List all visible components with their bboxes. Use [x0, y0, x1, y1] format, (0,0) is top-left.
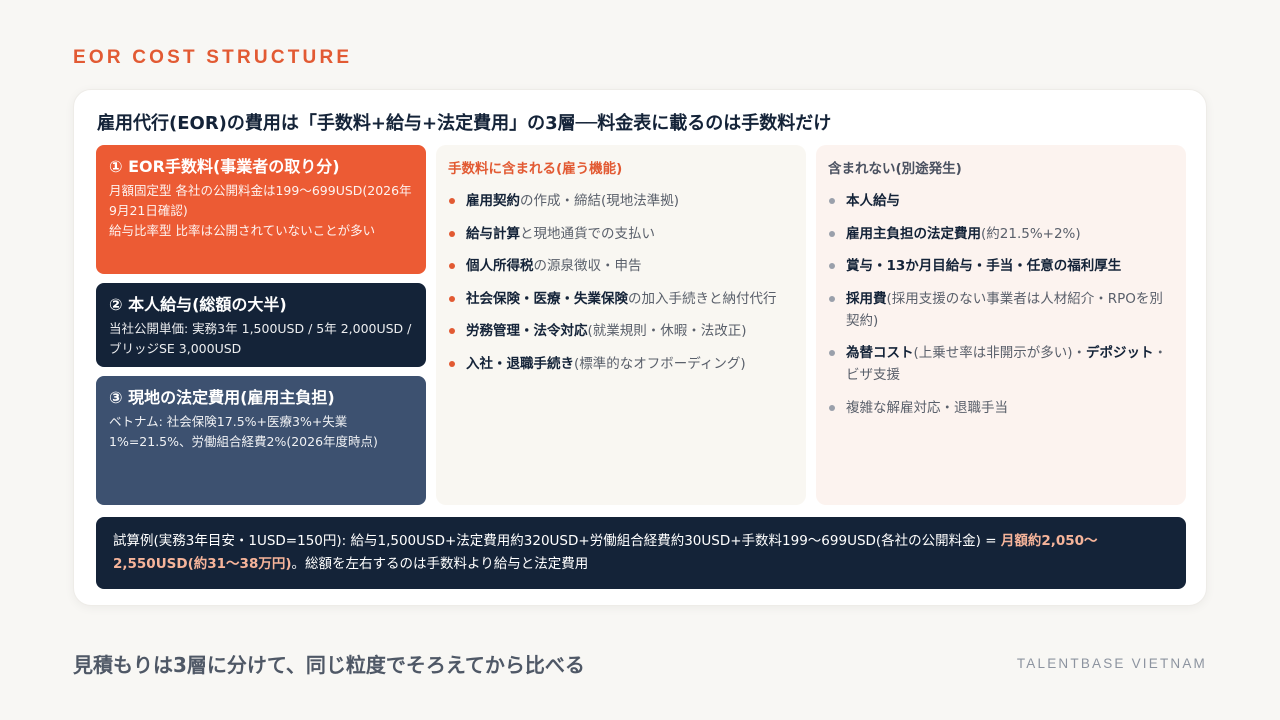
item-text: の源泉徴収・申告: [533, 258, 642, 274]
layer-title: ③ 現地の法定費用(雇用主負担): [109, 388, 335, 407]
list-item: 給与計算と現地通貨での支払い: [448, 223, 794, 245]
list-item: 雇用契約の作成・締結(現地法準拠): [448, 190, 794, 212]
bullet-icon: [449, 328, 455, 334]
layer-title: ② 本人給与(総額の大半): [109, 295, 287, 314]
layer-statutory-cost: ③ 現地の法定費用(雇用主負担) ベトナム: 社会保険17.5%+医療3%+失業…: [96, 376, 426, 505]
bullet-icon: [449, 198, 455, 204]
bullet-icon: [829, 263, 835, 269]
brand-label: TALENTBASE VIETNAM: [1016, 656, 1207, 671]
item-bold: 雇用契約: [466, 193, 520, 209]
item-text: 複雑な解雇対応・退職手当: [846, 399, 1008, 416]
excluded-column: 含まれない(別途発生) 本人給与 雇用主負担の法定費用(約21.5%+2%) 賞…: [816, 145, 1186, 505]
item-text: の加入手続きと納付代行: [628, 290, 777, 307]
item-text: と現地通貨での支払い: [520, 225, 655, 242]
included-column: 手数料に含まれる(雇う機能) 雇用契約の作成・締結(現地法準拠) 給与計算と現地…: [436, 145, 806, 505]
included-heading: 手数料に含まれる(雇う機能): [448, 161, 623, 177]
item-bold: 社会保険・医療・失業保険: [466, 290, 628, 307]
layer-title: ① EOR手数料(事業者の取り分): [109, 157, 340, 176]
layer-line: ベトナム: 社会保険17.5%+医療3%+失業1%=21.5%、労働組合経費2%…: [109, 414, 378, 449]
list-item: 社会保険・医療・失業保険の加入手続きと納付代行: [448, 288, 794, 310]
item-text: (採用支援のない事業者は人材紹介・RPOを別契約): [846, 290, 1163, 329]
bullet-icon: [449, 360, 455, 367]
item-bold: 本人給与: [846, 193, 900, 209]
layer-body: 当社公開単価: 実務3年 1,500USD / 5年 2,000USD / ブリ…: [109, 319, 413, 359]
list-item: 賞与・13か月目給与・手当・任意の福利厚生: [828, 255, 1174, 277]
list-item: 為替コスト(上乗せ率は非開示が多い)・デポジット・ビザ支援: [828, 342, 1174, 386]
item-bold: 入社・退職手続き: [466, 355, 574, 372]
layer-line: 月額固定型 各社の公開料金は199〜699USD(2026年9月21日確認): [109, 183, 412, 218]
card-headline: 雇用代行(EOR)の費用は「手数料+給与+法定費用」の3層──料金表に載るのは手…: [97, 113, 832, 134]
list-item: 複雑な解雇対応・退職手当: [828, 397, 1174, 419]
estimate-example: 試算例(実務3年目安・1USD=150円): 給与1,500USD+法定費用約3…: [96, 517, 1186, 589]
item-bold: 個人所得税: [466, 258, 534, 274]
bullet-icon: [829, 198, 835, 204]
bullet-icon: [829, 295, 835, 302]
bullet-icon: [829, 350, 835, 356]
bullet-icon: [449, 230, 455, 237]
layer-salary: ② 本人給与(総額の大半) 当社公開単価: 実務3年 1,500USD / 5年…: [96, 283, 426, 367]
layer-body: ベトナム: 社会保険17.5%+医療3%+失業1%=21.5%、労働組合経費2%…: [109, 412, 413, 452]
layer-eor-fee: ① EOR手数料(事業者の取り分) 月額固定型 各社の公開料金は199〜699U…: [96, 145, 426, 274]
item-bold: 雇用主負担の法定費用: [846, 225, 981, 242]
cost-structure-card: 雇用代行(EOR)の費用は「手数料+給与+法定費用」の3層──料金表に載るのは手…: [73, 89, 1207, 606]
item-bold: 採用費: [846, 290, 887, 307]
list-item: 個人所得税の源泉徴収・申告: [448, 255, 794, 277]
item-bold: デポジット: [1086, 345, 1154, 361]
list-item: 入社・退職手続き(標準的なオフボーディング): [448, 353, 794, 375]
excluded-heading: 含まれない(別途発生): [828, 161, 962, 177]
bullet-icon: [829, 404, 835, 411]
item-bold: 給与計算: [466, 225, 520, 242]
bullet-icon: [449, 295, 455, 302]
list-item: 雇用主負担の法定費用(約21.5%+2%): [828, 223, 1174, 245]
example-prefix: 試算例(実務3年目安・1USD=150円): 給与1,500USD+法定費用約3…: [113, 533, 1001, 549]
item-text: (就業規則・休暇・法改正): [587, 323, 747, 339]
example-suffix: 。総額を左右するのは手数料より給与と法定費用: [291, 556, 589, 572]
item-text: (約21.5%+2%): [981, 225, 1081, 242]
footer-message: 見積もりは3層に分けて、同じ粒度でそろえてから比べる: [73, 653, 585, 677]
bullet-icon: [829, 230, 835, 237]
list-item: 採用費(採用支援のない事業者は人材紹介・RPOを別契約): [828, 288, 1174, 332]
item-text: の作成・締結(現地法準拠): [520, 193, 680, 209]
layer-line: 給与比率型 比率は公開されていないことが多い: [109, 223, 376, 238]
layer-line: 当社公開単価: 実務3年 1,500USD / 5年 2,000USD / ブリ…: [109, 321, 412, 356]
list-item: 本人給与: [828, 190, 1174, 212]
eyebrow-label: EOR COST STRUCTURE: [73, 47, 353, 68]
item-text: (標準的なオフボーディング): [574, 355, 746, 372]
bullet-icon: [449, 263, 455, 269]
item-bold: 賞与・13か月目給与・手当・任意の福利厚生: [846, 258, 1122, 274]
list-item: 労務管理・法令対応(就業規則・休暇・法改正): [448, 320, 794, 342]
layer-body: 月額固定型 各社の公開料金は199〜699USD(2026年9月21日確認) 給…: [109, 181, 413, 241]
item-bold: 為替コスト: [846, 345, 914, 361]
item-text: (上乗せ率は非開示が多い)・: [913, 345, 1087, 361]
item-bold: 労務管理・法令対応: [466, 323, 588, 339]
